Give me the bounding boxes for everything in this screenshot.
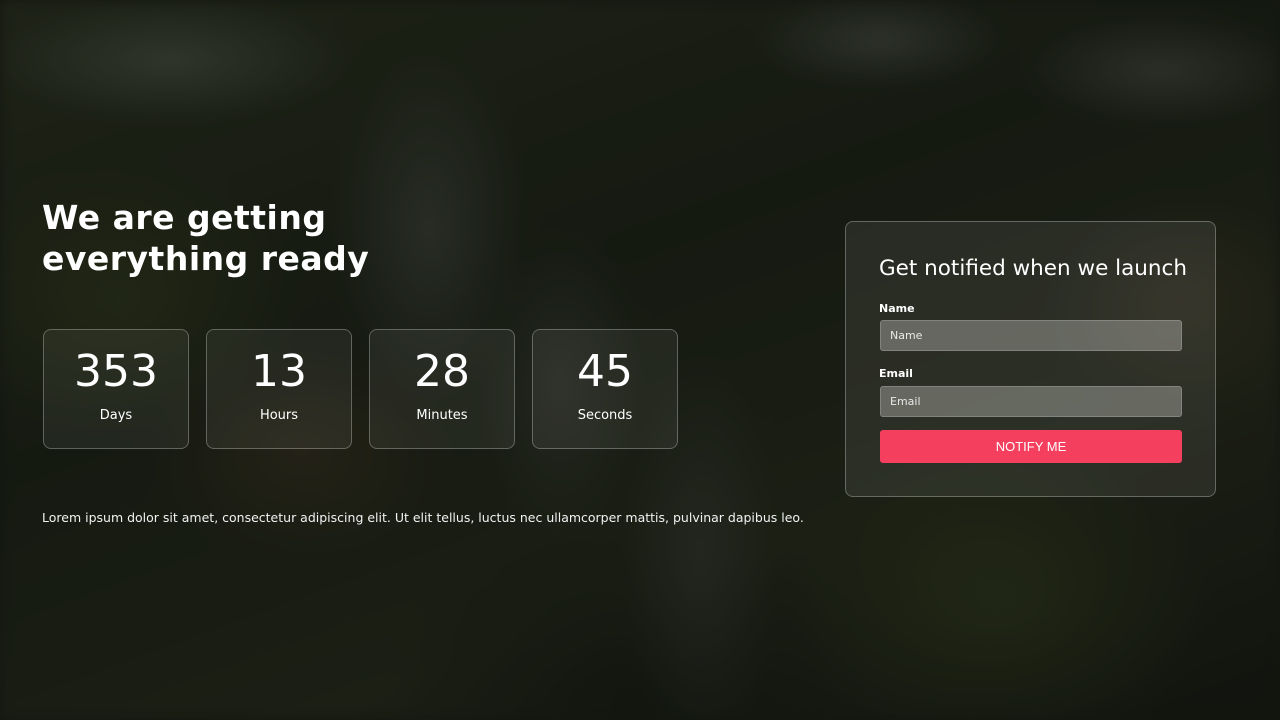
hero-description: Lorem ipsum dolor sit amet, consectetur … (42, 509, 804, 525)
signup-title: Get notified when we launch (879, 256, 1187, 281)
headline-line-2: everything ready (42, 239, 370, 278)
countdown-hours-label: Hours (259, 408, 299, 423)
countdown-seconds: 45 Seconds (532, 329, 678, 449)
countdown-minutes: 28 Minutes (369, 329, 515, 449)
signup-card: Get notified when we launch Name Email N… (845, 221, 1216, 497)
countdown-days-value: 353 (74, 346, 158, 397)
email-label: Email (879, 367, 913, 380)
countdown-days: 353 Days (43, 329, 189, 449)
headline-line-1: We are getting (42, 198, 327, 237)
countdown-seconds-label: Seconds (577, 408, 633, 423)
countdown-days-label: Days (99, 408, 133, 423)
name-field[interactable] (880, 320, 1182, 351)
notify-me-button[interactable]: NOTIFY ME (880, 430, 1182, 463)
countdown-timer: 353 Days 13 Hours 28 Minutes 45 Seconds (43, 329, 678, 449)
page-headline: We are getting everything ready (42, 197, 382, 279)
countdown-minutes-value: 28 (414, 346, 470, 397)
name-label: Name (879, 302, 915, 315)
email-field[interactable] (880, 386, 1182, 417)
countdown-hours-value: 13 (251, 346, 307, 397)
countdown-seconds-value: 45 (577, 346, 633, 397)
countdown-minutes-label: Minutes (416, 408, 468, 423)
countdown-hours: 13 Hours (206, 329, 352, 449)
